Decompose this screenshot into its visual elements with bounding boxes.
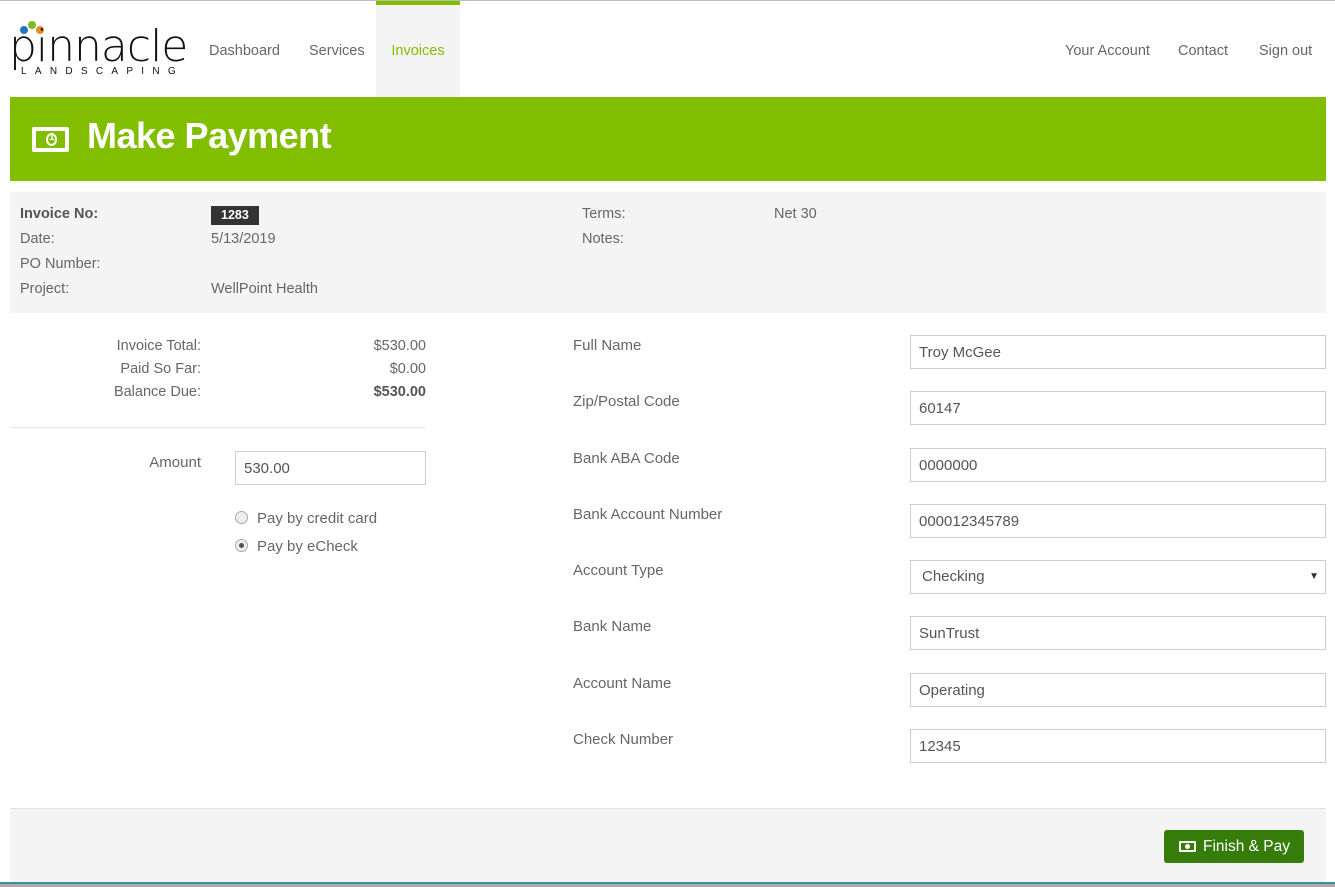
bank-name-label: Bank Name [573,618,652,635]
invoice-total-value: $530.00 [373,338,426,354]
zip-input[interactable] [910,391,1326,425]
balance-due-label: Balance Due: [113,384,201,400]
nav-your-account[interactable]: Your Account [1065,1,1150,97]
credit-card-radio[interactable] [235,511,248,524]
brand-tagline: LANDSCAPING [21,66,184,77]
pay-credit-card-option[interactable]: Pay by credit card [235,510,377,527]
pay-echeck-option[interactable]: Pay by eCheck [235,538,358,555]
nav-invoices[interactable]: Invoices [376,1,460,97]
echeck-label: Pay by eCheck [257,538,358,555]
account-name-input[interactable] [910,673,1326,707]
project-label: Project: [20,281,70,297]
money-bill-icon [1179,841,1196,852]
account-type-label: Account Type [573,562,664,579]
amount-input[interactable] [235,451,426,485]
terms-label: Terms: [582,206,626,222]
brand-logo[interactable]: pinnacle LANDSCAPING [9,19,188,79]
invoice-total-label: Invoice Total: [116,338,201,354]
date-label: Date: [20,231,55,247]
full-name-input[interactable] [910,335,1326,369]
amount-label: Amount [149,454,201,471]
money-bill-icon [32,127,69,152]
aba-input[interactable] [910,448,1326,482]
aba-label: Bank ABA Code [573,450,680,467]
terms-value: Net 30 [774,206,817,222]
check-number-input[interactable] [910,729,1326,763]
nav-contact[interactable]: Contact [1178,1,1228,97]
chevron-down-icon: ▼ [1309,571,1319,582]
paid-so-far-label: Paid So Far: [120,361,201,377]
po-label: PO Number: [20,256,101,272]
top-navbar: pinnacle LANDSCAPING Dashboard Services … [0,1,1335,97]
finish-and-pay-button[interactable]: Finish & Pay [1164,830,1304,863]
balance-due-value: $530.00 [373,384,426,400]
page-title: Make Payment [87,115,332,156]
date-value: 5/13/2019 [211,231,276,247]
finish-and-pay-label: Finish & Pay [1203,838,1291,855]
account-number-input[interactable] [910,504,1326,538]
invoice-no-badge: 1283 [211,206,259,225]
brand-name: pinnacle [9,21,188,72]
nav-dashboard[interactable]: Dashboard [209,1,280,97]
account-type-value: Checking [922,568,985,585]
form-footer [10,808,1326,884]
notes-label: Notes: [582,231,624,247]
invoice-no-label: Invoice No: [20,206,99,222]
credit-card-label: Pay by credit card [257,510,378,527]
nav-services[interactable]: Services [309,1,365,97]
account-name-label: Account Name [573,675,672,692]
echeck-radio[interactable] [235,539,248,552]
check-number-label: Check Number [573,731,674,748]
page-header: Make Payment [10,97,1326,181]
nav-sign-out[interactable]: Sign out [1259,1,1312,97]
paid-so-far-value: $0.00 [389,361,426,377]
account-type-select[interactable]: Checking ▼ [910,560,1326,594]
bank-name-input[interactable] [910,616,1326,650]
summary-divider [10,427,426,428]
zip-label: Zip/Postal Code [573,393,680,410]
project-value: WellPoint Health [211,281,318,297]
invoice-info-panel: Invoice No: 1283 Date: 5/13/2019 PO Numb… [10,192,1326,313]
full-name-label: Full Name [573,337,642,354]
account-number-label: Bank Account Number [573,506,723,523]
